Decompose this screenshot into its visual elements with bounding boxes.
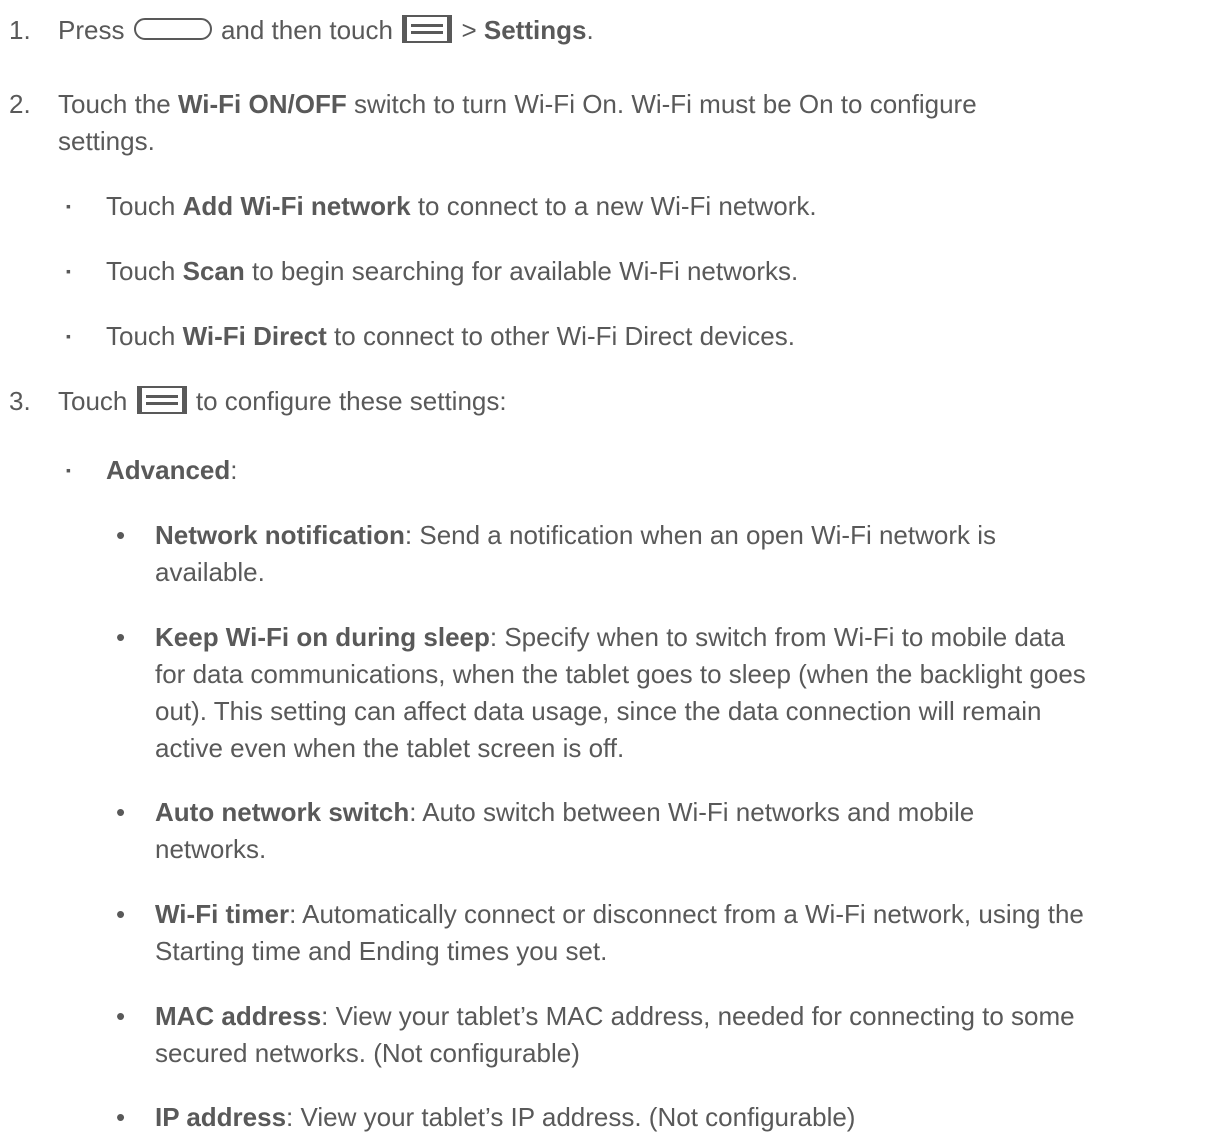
text-fragment: switch to turn Wi-Fi On. Wi-Fi must be O… [346,89,977,119]
option-label: MAC address [155,1001,322,1031]
bullet-text: Touch Scan to begin searching for availa… [106,253,1201,290]
option-text: Network notification: Send a notificatio… [155,517,1205,591]
text-fragment: Touch the [58,89,178,119]
text-fragment: Touch [106,321,183,351]
text-fragment: Touch [58,386,128,416]
text-line: Starting time and Ending times you set. [155,936,608,966]
step-text-period: . [586,15,594,45]
bullet-text: Touch Wi-Fi Direct to connect to other W… [106,318,1201,355]
bullet-text: Advanced: [106,452,1201,489]
dot-bullet-icon: • [116,797,126,827]
option-label: Wi-Fi timer [155,899,290,929]
text-line: secured networks. (Not configurable) [155,1038,580,1068]
settings-label: Settings [483,15,587,45]
text-fragment: : View your tablet’s IP address. (Not co… [286,1102,856,1132]
dot-bullet-icon: • [116,899,126,929]
square-bullet-icon: ▪ [66,328,71,344]
wifi-direct-label: Wi-Fi Direct [182,321,327,351]
dot-bullet-icon: • [116,520,126,550]
text-fragment: : View your tablet’s MAC address, needed… [321,1001,1075,1031]
option-label: Keep Wi-Fi on during sleep [155,622,490,652]
option-text: Keep Wi-Fi on during sleep: Specify when… [155,619,1205,767]
text-fragment: to begin searching for available Wi-Fi n… [244,256,799,286]
step-text: Touch the Wi-Fi ON/OFF switch to turn Wi… [58,86,1198,160]
step-number: 2. [9,89,31,119]
text-fragment: Touch [106,256,183,286]
text-fragment: : [230,455,238,485]
square-bullet-icon: ▪ [66,263,71,279]
text-line: networks. [155,834,267,864]
option-text: Auto network switch: Auto switch between… [155,794,1205,868]
menu-key-icon [136,386,187,414]
dot-bullet-icon: • [116,622,126,652]
option-text: Wi-Fi timer: Automatically connect or di… [155,896,1205,970]
bullet-text: Touch Add Wi-Fi network to connect to a … [106,188,1201,225]
option-text: MAC address: View your tablet’s MAC addr… [155,998,1205,1072]
home-key-icon [133,18,212,40]
text-line: out). This setting can affect data usage… [155,696,1042,726]
option-label: Auto network switch [155,797,410,827]
step-number: 1. [9,15,31,45]
text-fragment: : Specify when to switch from Wi-Fi to m… [489,622,1065,652]
option-label: IP address [155,1102,287,1132]
square-bullet-icon: ▪ [66,462,71,478]
step-text-press: Press [58,15,125,45]
step-text-then-touch: and then touch [220,15,393,45]
text-fragment: to connect to a new Wi-Fi network. [410,191,817,221]
text-fragment: to connect to other Wi-Fi Direct devices… [326,321,795,351]
text-fragment: to configure these settings: [195,386,507,416]
text-fragment: : Send a notification when an open Wi-Fi… [404,520,996,550]
step-text-gt: > [461,15,477,45]
text-line: for data communications, when the tablet… [155,659,1086,689]
option-label: Network notification [155,520,405,550]
scan-label: Scan [182,256,245,286]
menu-key-icon [402,15,453,43]
option-text: IP address: View your tablet’s IP addres… [155,1099,1205,1136]
text-line: available. [155,557,265,587]
step-number: 3. [9,386,31,416]
dot-bullet-icon: • [116,1001,126,1031]
square-bullet-icon: ▪ [66,198,71,214]
add-wifi-network-label: Add Wi-Fi network [182,191,411,221]
wifi-on-off-label: Wi-Fi ON/OFF [177,89,347,119]
text-fragment: : Auto switch between Wi-Fi networks and… [409,797,975,827]
text-fragment: : Automatically connect or disconnect fr… [289,899,1084,929]
step-text: Touch to configure these settings: [58,383,1198,420]
text-line: settings. [58,126,155,156]
advanced-label: Advanced [106,455,231,485]
text-line: active even when the tablet screen is of… [155,733,625,763]
text-fragment: Touch [106,191,183,221]
dot-bullet-icon: • [116,1102,126,1132]
step-text: Press and then touch > Settings. [58,12,1198,49]
